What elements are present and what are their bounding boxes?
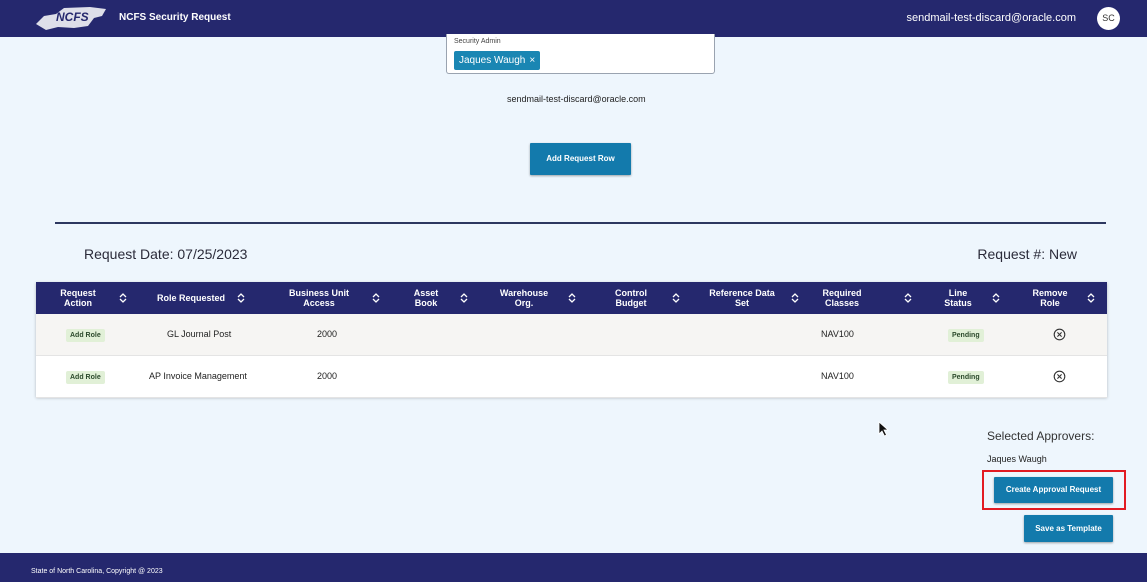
sort-icon[interactable] (992, 292, 1000, 304)
request-date: Request Date: 07/25/2023 (84, 246, 248, 262)
create-approval-request-button[interactable]: Create Approval Request (994, 477, 1113, 503)
col-remove-role[interactable]: Remove Role (1026, 282, 1074, 314)
table-row: Add Role AP Invoice Management 2000 NAV1… (36, 356, 1107, 398)
chip-label: Jaques Waugh (459, 55, 526, 66)
col-line-status[interactable]: Line Status (938, 282, 978, 314)
security-admin-label: Security Admin (454, 38, 501, 45)
user-email: sendmail-test-discard@oracle.com (906, 12, 1076, 24)
app-header: NCFS NCFS Security Request sendmail-test… (0, 0, 1147, 37)
chip-remove-icon[interactable]: × (529, 55, 535, 66)
col-reference-data-set[interactable]: Reference Data Set (700, 282, 784, 314)
remove-role-icon[interactable] (1053, 328, 1066, 341)
sort-icon[interactable] (568, 292, 576, 304)
sort-icon[interactable] (460, 292, 468, 304)
request-action-badge: Add Role (66, 371, 105, 384)
line-status-badge: Pending (948, 329, 984, 342)
sort-icon[interactable] (119, 292, 127, 304)
app-footer: State of North Carolina, Copyright @ 202… (0, 553, 1147, 582)
col-control-budget[interactable]: Control Budget (601, 282, 661, 314)
business-unit-cell: 2000 (317, 329, 338, 339)
col-role-requested[interactable]: Role Requested (146, 282, 236, 314)
user-avatar[interactable]: SC (1097, 7, 1120, 30)
security-admin-field[interactable]: Security Admin Jaques Waugh × (446, 34, 715, 74)
line-status-badge: Pending (948, 371, 984, 384)
section-divider (55, 222, 1106, 224)
approver-name: Jaques Waugh (987, 454, 1047, 464)
col-warehouse-org[interactable]: Warehouse Org. (490, 282, 558, 314)
security-admin-chip: Jaques Waugh × (454, 51, 541, 70)
business-unit-cell: 2000 (317, 371, 338, 381)
request-table: Request Action Role Requested Business Un… (36, 282, 1107, 398)
sort-icon[interactable] (1087, 292, 1095, 304)
role-requested-cell: GL Journal Post (167, 329, 232, 339)
request-action-badge: Add Role (66, 329, 105, 342)
table-row: Add Role GL Journal Post 2000 NAV100 Pen… (36, 314, 1107, 356)
remove-role-icon[interactable] (1053, 370, 1066, 383)
sort-icon[interactable] (237, 292, 245, 304)
sort-icon[interactable] (372, 292, 380, 304)
ncfs-logo: NCFS (36, 7, 106, 30)
mouse-cursor-icon (878, 421, 890, 437)
request-number: Request #: New (977, 246, 1077, 262)
app-title: NCFS Security Request (119, 12, 231, 23)
role-requested-cell: AP Invoice Management (149, 371, 247, 381)
required-classes-cell: NAV100 (821, 371, 854, 381)
selected-approvers-title: Selected Approvers: (987, 429, 1095, 443)
sort-icon[interactable] (672, 292, 680, 304)
required-classes-cell: NAV100 (821, 329, 854, 339)
svg-text:NCFS: NCFS (56, 10, 89, 24)
col-business-unit-access[interactable]: Business Unit Access (282, 282, 356, 314)
table-header: Request Action Role Requested Business Un… (36, 282, 1107, 314)
save-as-template-button[interactable]: Save as Template (1024, 515, 1113, 542)
security-admin-email: sendmail-test-discard@oracle.com (507, 94, 646, 104)
footer-copyright: State of North Carolina, Copyright @ 202… (31, 568, 163, 575)
col-asset-book[interactable]: Asset Book (404, 282, 448, 314)
sort-icon[interactable] (791, 292, 799, 304)
sort-icon[interactable] (904, 292, 912, 304)
col-required-classes[interactable]: Required Classes (817, 282, 867, 314)
col-request-action[interactable]: Request Action (54, 282, 102, 314)
add-request-row-button[interactable]: Add Request Row (530, 143, 631, 175)
